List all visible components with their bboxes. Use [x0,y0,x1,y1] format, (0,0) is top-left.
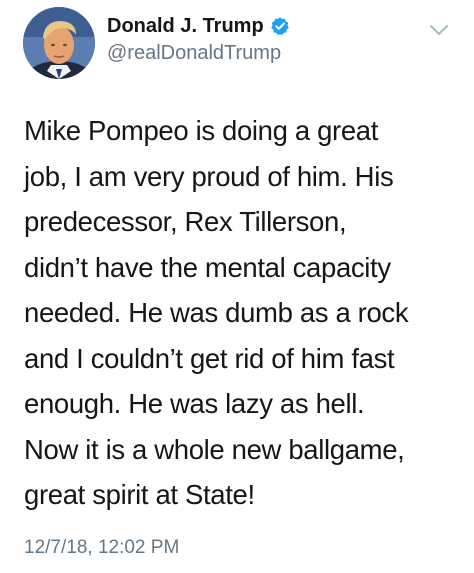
profile-photo-icon [23,7,95,79]
tweet-card: Donald J. Trump @realDonaldTrump Mike Po… [0,0,474,573]
tweet-text-line: Now it is a whole new ballgame, [24,433,405,465]
tweet-text: Mike Pompeo is doing a great job, I am v… [24,108,464,518]
tweet-timestamp[interactable]: 12/7/18, 12:02 PM [24,537,179,559]
tweet-text-line: enough. He was lazy as hell. [24,388,365,419]
tweet-text-line: great spirit at State! [24,479,255,510]
tweet-text-line: and I couldn’t get rid of him fast [24,342,395,374]
chevron-down-icon[interactable] [428,22,450,38]
tweet-text-line: job, I am very proud of him. His [24,160,394,192]
user-handle[interactable]: @realDonaldTrump [107,42,427,65]
tweet-text-line: predecessor, Rex Tillerson, [24,206,347,237]
tweet-text-line: Mike Pompeo is doing a great [24,115,379,146]
tweet-text-line: needed. He was dumb as a rock [24,297,409,328]
display-name[interactable]: Donald J. Trump [107,15,264,38]
tweet-header: Donald J. Trump @realDonaldTrump [107,12,427,65]
name-row: Donald J. Trump [107,12,427,40]
tweet-text-line: didn’t have the mental capacity [24,251,391,283]
verified-badge-icon [270,16,290,36]
avatar[interactable] [23,7,95,79]
